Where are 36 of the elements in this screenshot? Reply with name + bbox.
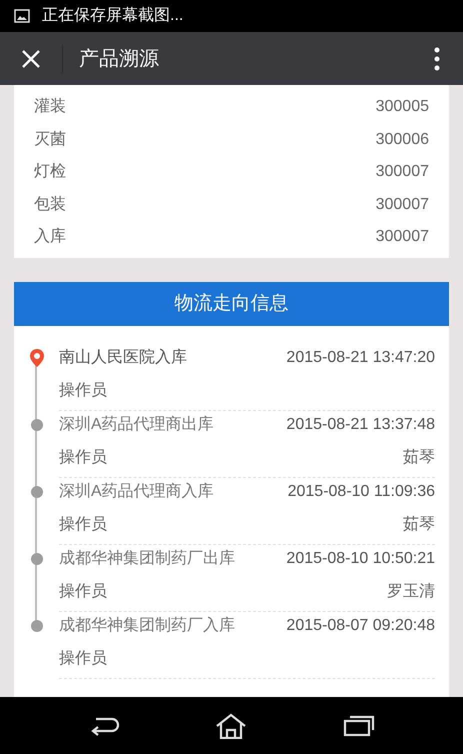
process-label: 入库	[34, 226, 66, 248]
process-value: 300007	[376, 227, 429, 248]
recents-icon	[343, 714, 376, 736]
operator-name: 茹琴	[403, 514, 435, 535]
image-icon	[14, 9, 30, 23]
operator-name: 茹琴	[403, 448, 435, 468]
operator-label: 操作员	[59, 381, 107, 401]
location-text: 成都华神集团制药厂入库	[59, 616, 235, 636]
home-icon	[215, 712, 248, 738]
process-label: 包装	[34, 194, 66, 215]
time-text: 2015-08-21 13:37:48	[286, 415, 435, 435]
process-value: 300006	[376, 130, 429, 150]
time-text: 2015-08-07 09:20:48	[286, 616, 435, 636]
location-text: 南山人民医院入库	[59, 348, 187, 368]
process-label: 灌装	[34, 96, 66, 118]
operator-label: 操作员	[59, 448, 107, 468]
page-title: 产品溯源	[79, 46, 160, 72]
process-value: 300007	[376, 162, 429, 182]
time-text: 2015-08-10 11:09:36	[288, 482, 435, 502]
process-value: 300005	[376, 97, 429, 118]
time-text: 2015-08-10 10:50:21	[286, 549, 435, 569]
operator-label: 操作员	[59, 515, 107, 535]
section-title: 物流走向信息	[174, 292, 288, 316]
process-label: 灭菌	[34, 130, 66, 150]
operator-name: 罗玉清	[387, 582, 435, 602]
location-text: 成都华神集团制药厂出库	[59, 548, 235, 569]
time-text: 2015-08-21 13:47:20	[286, 348, 435, 368]
close-icon	[22, 50, 40, 68]
location-text: 深圳A药品代理商出库	[59, 414, 214, 435]
location-text: 深圳A药品代理商入库	[59, 482, 214, 502]
operator-label: 操作员	[59, 582, 107, 602]
notification-text: 正在保存屏幕截图...	[42, 6, 184, 26]
process-label: 灯检	[34, 162, 66, 182]
process-value: 300007	[376, 194, 429, 215]
more-icon	[434, 46, 440, 70]
operator-label: 操作员	[59, 649, 107, 669]
